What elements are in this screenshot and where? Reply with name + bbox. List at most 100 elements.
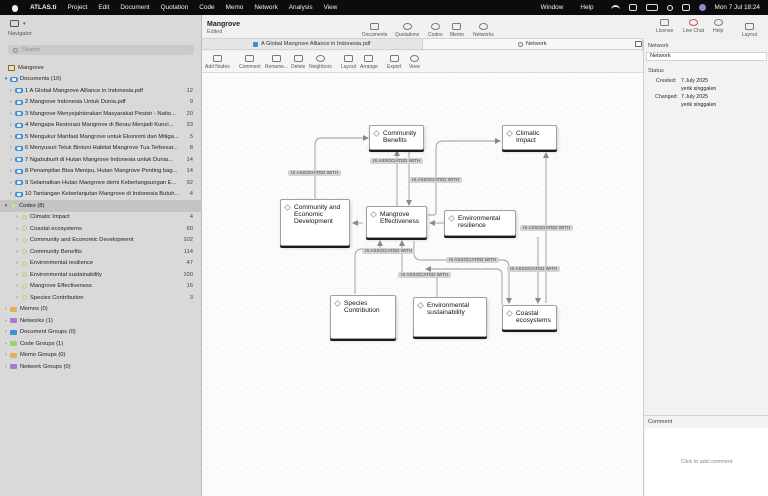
menu-view[interactable]: View <box>324 4 338 11</box>
rename-button[interactable]: Rename... <box>265 55 288 70</box>
disclosure-closed-icon[interactable]: › <box>8 180 14 186</box>
tree-code[interactable]: › Climatic Impact 4 <box>0 212 202 224</box>
tree-group[interactable]: › Network Groups (0) <box>0 361 202 373</box>
network-canvas[interactable]: IS ASSOCIATED WITH IS ASSOCIATED WITH IS… <box>202 73 643 496</box>
disclosure-closed-icon[interactable]: › <box>3 306 9 312</box>
tree-document[interactable]: › 8 Penampilan Bisa Menipu, Hutan Mangrov… <box>0 166 202 178</box>
node-environmental-resilience[interactable]: Environmental resilience <box>444 210 516 236</box>
disclosure-closed-icon[interactable]: › <box>8 157 14 163</box>
node-community-benefits[interactable]: Community Benefits <box>369 125 424 150</box>
menu-window[interactable]: Window <box>541 4 564 11</box>
disclosure-closed-icon[interactable]: › <box>8 111 14 117</box>
edge-label[interactable]: IS ASSOCIATED WITH <box>370 158 424 164</box>
comment-button[interactable]: Comment <box>239 55 261 70</box>
view-button[interactable]: View <box>409 55 420 70</box>
disclosure-closed-icon[interactable]: › <box>8 168 14 174</box>
tree-document[interactable]: › 5 Mengukur Manfaat Mangrove untuk Ekono… <box>0 131 202 143</box>
disclosure-closed-icon[interactable]: › <box>3 329 9 335</box>
disclosure-closed-icon[interactable]: › <box>8 88 14 94</box>
license-button[interactable]: License <box>656 19 673 34</box>
disclosure-closed-icon[interactable]: › <box>14 272 20 278</box>
menu-network[interactable]: Network <box>254 4 277 11</box>
export-button[interactable]: Export <box>387 55 401 70</box>
edge-label[interactable]: IS ASSOCIATED WITH <box>520 225 574 231</box>
node-mangrove-effectiveness[interactable]: Mangrove Effectiveness <box>366 206 427 238</box>
node-environmental-sustainability[interactable]: Environmental sustainability <box>413 297 487 337</box>
network-name-field[interactable]: Network <box>646 52 767 61</box>
search-field[interactable]: Search <box>8 45 194 55</box>
neighbors-button[interactable]: Neighbors <box>309 55 332 70</box>
node-community-economic-development[interactable]: Community and Economic Development <box>280 199 350 246</box>
tree-document[interactable]: › 10 Tantangan Keberlanjutan Mangrove di … <box>0 189 202 201</box>
siri-icon[interactable] <box>698 4 706 11</box>
disclosure-closed-icon[interactable]: › <box>14 226 20 232</box>
disclosure-closed-icon[interactable]: › <box>14 260 20 266</box>
tree-code[interactable]: › Coastal ecosystems 60 <box>0 223 202 235</box>
menu-app[interactable]: ATLAS.ti <box>30 4 57 11</box>
live-chat-button[interactable]: Live Chat <box>683 19 704 34</box>
tree-project[interactable]: Mangrove <box>0 62 202 74</box>
tree-codes[interactable]: ▾ Codes (8) <box>0 200 202 212</box>
edge-label[interactable]: IS ASSOCIATED WITH <box>398 272 452 278</box>
disclosure-closed-icon[interactable]: › <box>14 249 20 255</box>
tree-code[interactable]: › Mangrove Effectiveness 16 <box>0 281 202 293</box>
menu-quotation[interactable]: Quotation <box>161 4 189 11</box>
disclosure-closed-icon[interactable]: › <box>3 341 9 347</box>
disclosure-closed-icon[interactable]: › <box>3 352 9 358</box>
edge-label[interactable]: IS ASSOCIATED WITH <box>362 248 416 254</box>
documents-button[interactable]: Documents <box>362 23 387 38</box>
control-center-icon[interactable] <box>681 4 690 11</box>
disclosure-closed-icon[interactable]: › <box>3 318 9 324</box>
tree-document[interactable]: › 3 Mangrove Menyejahterakan Masyarakat P… <box>0 108 202 120</box>
sound-icon[interactable] <box>628 4 637 11</box>
disclosure-closed-icon[interactable]: › <box>8 134 14 140</box>
tree-document[interactable]: › 7 Ngabuburit di Hutan Mangrove Indonesi… <box>0 154 202 166</box>
disclosure-closed-icon[interactable]: › <box>3 364 9 370</box>
layout-menu-button[interactable]: Layout <box>341 55 356 70</box>
menu-analysis[interactable]: Analysis <box>289 4 313 11</box>
tree-group[interactable]: › Memo Groups (0) <box>0 350 202 362</box>
tree-code[interactable]: › Environmental resilience 47 <box>0 258 202 270</box>
add-nodes-button[interactable]: Add Nodes <box>205 55 230 70</box>
inspector-toggle-icon[interactable] <box>635 41 642 47</box>
arrange-button[interactable]: Arrange <box>360 55 378 70</box>
networks-button[interactable]: Networks <box>473 23 494 38</box>
wifi-icon[interactable] <box>610 4 620 11</box>
tree-document[interactable]: › 4 Mengapa Restorasi Mangrove di Berau M… <box>0 120 202 132</box>
tab-network[interactable]: Network <box>422 39 643 49</box>
sidebar-toggle-icon[interactable] <box>10 20 19 27</box>
battery-icon[interactable] <box>645 4 658 11</box>
edge-label[interactable]: IS ASSOCIATED WITH <box>446 257 500 263</box>
edge-label[interactable]: IS ASSOCIATED WITH <box>409 177 463 183</box>
tree-code[interactable]: › Species Contribution 3 <box>0 292 202 304</box>
tree-document[interactable]: › 6 Menyusuri Teluk Bintuni Habitat Mangr… <box>0 143 202 155</box>
disclosure-closed-icon[interactable]: › <box>8 191 14 197</box>
tab-document[interactable]: A Global Mangrove Alliance in Indonesia.… <box>202 39 423 49</box>
delete-button[interactable]: Delete <box>291 55 305 70</box>
disclosure-closed-icon[interactable]: › <box>14 214 20 220</box>
disclosure-closed-icon[interactable]: › <box>8 99 14 105</box>
menu-help[interactable]: Help <box>580 4 593 11</box>
menu-project[interactable]: Project <box>68 4 88 11</box>
tree-group[interactable]: › Memos (0) <box>0 304 202 316</box>
comment-field[interactable]: Click to add comment <box>645 428 768 496</box>
help-button[interactable]: Help <box>713 19 723 34</box>
disclosure-closed-icon[interactable]: › <box>14 283 20 289</box>
tree-code[interactable]: › Community Benefits 114 <box>0 246 202 258</box>
menu-code[interactable]: Code <box>199 4 214 11</box>
layout-button[interactable]: Layout <box>742 23 757 38</box>
tree-group[interactable]: › Networks (1) <box>0 315 202 327</box>
menu-memo[interactable]: Memo <box>226 4 244 11</box>
disclosure-closed-icon[interactable]: › <box>14 237 20 243</box>
tree-group[interactable]: › Code Groups (1) <box>0 338 202 350</box>
disclosure-closed-icon[interactable]: › <box>14 295 20 301</box>
disclosure-open-icon[interactable]: ▾ <box>3 203 9 209</box>
edge-label[interactable]: IS ASSOCIATED WITH <box>288 170 342 176</box>
chevron-down-icon[interactable]: ▾ <box>23 21 26 27</box>
apple-icon[interactable] <box>11 3 19 12</box>
tree-document[interactable]: › 9 Selamatkan Hutan Mangrove demi Keberl… <box>0 177 202 189</box>
disclosure-closed-icon[interactable]: › <box>8 122 14 128</box>
tree-document[interactable]: › 2 Mangrove Indonesia Untuk Dunia.pdf 9 <box>0 97 202 109</box>
codes-button[interactable]: Codes <box>428 23 442 38</box>
tree-group[interactable]: › Document Groups (0) <box>0 327 202 339</box>
